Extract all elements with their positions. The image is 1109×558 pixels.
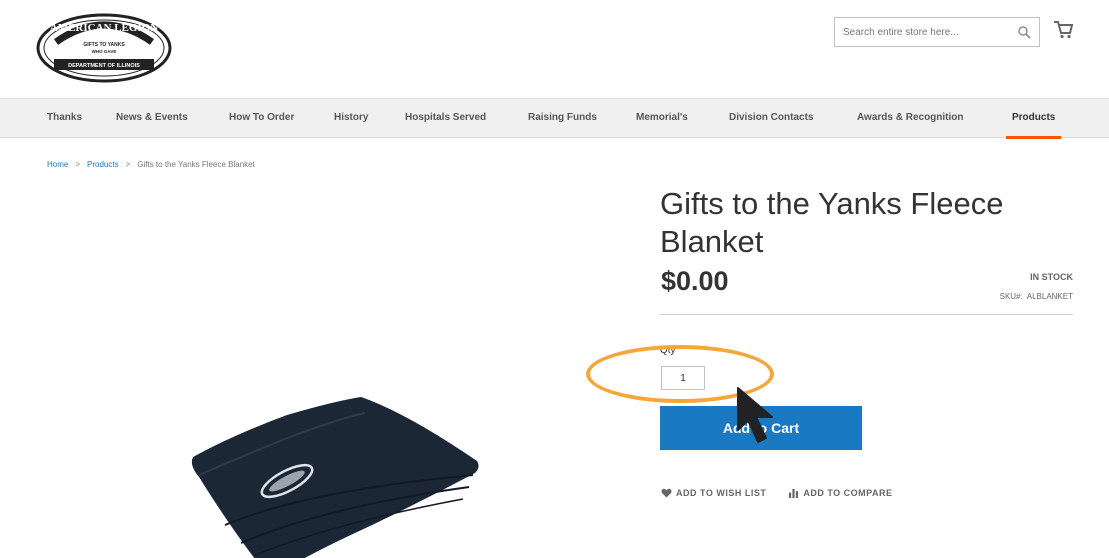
product-price: $0.00 bbox=[661, 266, 729, 296]
product-actions: ADD TO WISH LIST ADD TO COMPARE bbox=[661, 488, 893, 498]
add-to-wishlist-label: ADD TO WISH LIST bbox=[676, 488, 767, 498]
main-navigation: Thanks News & Events How To Order Histor… bbox=[0, 98, 1109, 139]
logo-line4: DEPARTMENT OF ILLINOIS bbox=[68, 63, 140, 69]
heart-icon bbox=[661, 488, 672, 498]
qty-label: Qty bbox=[660, 345, 676, 356]
nav-item-division-contacts[interactable]: Division Contacts bbox=[729, 99, 813, 137]
nav-item-products[interactable]: Products bbox=[1005, 99, 1062, 139]
breadcrumb-products[interactable]: Products bbox=[87, 160, 119, 169]
nav-item-hospitals-served[interactable]: Hospitals Served bbox=[405, 99, 486, 137]
nav-item-raising-funds[interactable]: Raising Funds bbox=[528, 99, 597, 137]
stock-status: IN STOCK bbox=[1030, 272, 1073, 282]
breadcrumb: Home > Products > Gifts to the Yanks Fleece … bbox=[47, 160, 255, 169]
add-to-compare-label: ADD TO COMPARE bbox=[803, 488, 893, 498]
search-input[interactable] bbox=[835, 26, 1005, 38]
nav-item-awards-recognition[interactable]: Awards & Recognition bbox=[857, 99, 964, 137]
sku-label: SKU#: bbox=[999, 292, 1023, 301]
logo-line1: AMERICAN LEGION bbox=[50, 22, 159, 34]
cart-icon[interactable] bbox=[1052, 18, 1074, 40]
divider bbox=[660, 314, 1073, 315]
breadcrumb-separator: > bbox=[75, 160, 81, 169]
add-to-cart-button[interactable]: Add to Cart bbox=[660, 406, 862, 450]
breadcrumb-home[interactable]: Home bbox=[47, 160, 68, 169]
american-legion-logo[interactable]: AMERICAN LEGION GIFTS TO YANKS WHO GAVE … bbox=[34, 10, 174, 86]
nav-item-memorials[interactable]: Memorial's bbox=[636, 99, 688, 137]
product-image-blanket[interactable] bbox=[185, 395, 485, 558]
product-sku: SKU#: ALBLANKET bbox=[1000, 292, 1073, 301]
logo-line3: WHO GAVE bbox=[92, 49, 117, 54]
search-icon[interactable] bbox=[1017, 25, 1031, 39]
breadcrumb-current: Gifts to the Yanks Fleece Blanket bbox=[137, 160, 255, 169]
qty-input[interactable] bbox=[661, 366, 705, 390]
nav-item-news-events[interactable]: News & Events bbox=[116, 99, 188, 137]
breadcrumb-separator: > bbox=[125, 160, 131, 169]
nav-item-history[interactable]: History bbox=[334, 99, 368, 137]
product-title: Gifts to the Yanks Fleece Blanket bbox=[660, 186, 1004, 259]
add-to-compare-link[interactable]: ADD TO COMPARE bbox=[788, 488, 892, 498]
compare-chart-icon bbox=[789, 488, 799, 498]
nav-item-thanks[interactable]: Thanks bbox=[47, 99, 82, 137]
sku-value: ALBLANKET bbox=[1026, 292, 1073, 301]
search-box[interactable] bbox=[834, 17, 1040, 47]
nav-item-how-to-order[interactable]: How To Order bbox=[229, 99, 294, 137]
logo-line2: GIFTS TO YANKS bbox=[83, 42, 125, 48]
add-to-wishlist-link[interactable]: ADD TO WISH LIST bbox=[661, 488, 766, 498]
